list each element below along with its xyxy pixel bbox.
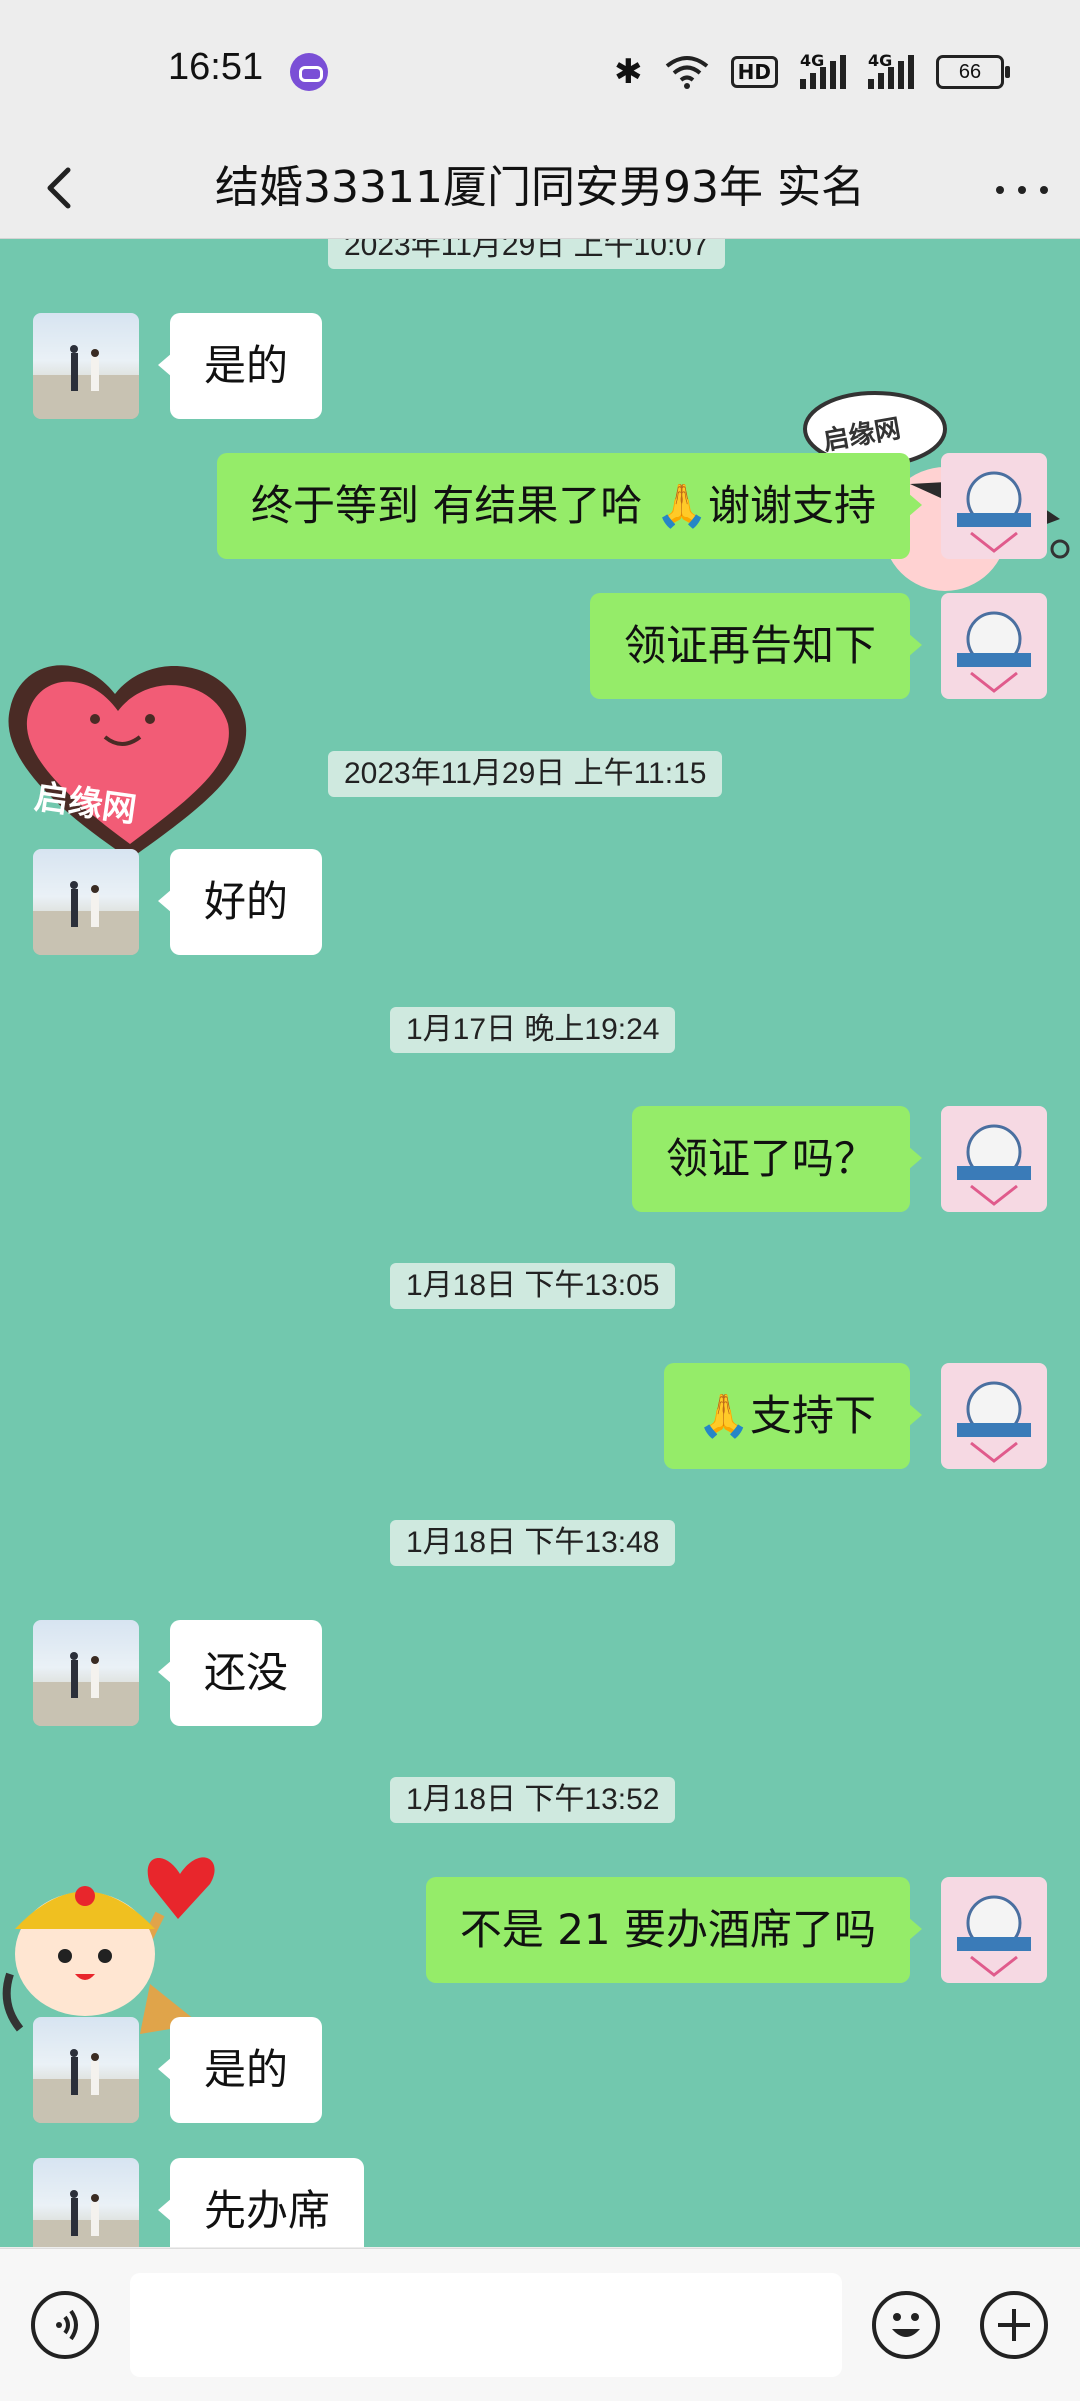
bubble-sticker-text: 启缘网	[821, 413, 903, 457]
my-avatar[interactable]	[941, 1106, 1047, 1212]
more-dot-icon	[1040, 186, 1048, 194]
more-dot-icon	[1018, 186, 1026, 194]
more-options-button[interactable]	[992, 158, 1052, 218]
contact-avatar[interactable]	[33, 2017, 139, 2123]
message-bubble-outgoing[interactable]: 领证再告知下	[589, 593, 923, 699]
emoji-icon	[892, 2313, 920, 2337]
message-bubble-incoming[interactable]: 还没	[157, 1620, 323, 1726]
contact-avatar[interactable]	[33, 2158, 139, 2247]
plus-icon	[998, 2309, 1030, 2341]
my-avatar[interactable]	[941, 1363, 1047, 1469]
voice-input-button[interactable]	[31, 2291, 99, 2359]
back-button[interactable]	[30, 158, 90, 218]
heart-sticker-icon: 启缘网	[8, 665, 247, 859]
chat-title: 结婚33311厦门同安男93年 实名	[215, 162, 865, 213]
contact-avatar[interactable]	[33, 1620, 139, 1726]
message-bubble-incoming[interactable]: 是的	[157, 2017, 323, 2123]
chevron-left-icon	[47, 167, 71, 209]
timestamp: 1月18日 下午13:05	[390, 1263, 676, 1309]
app-notification-icon	[290, 53, 328, 91]
status-icons: ✱ HD 4G 4G 66	[614, 50, 1010, 94]
message-input-bar	[0, 2248, 1080, 2401]
message-bubble-incoming[interactable]: 先办席	[157, 2158, 365, 2247]
timestamp: 2023年11月29日 上午11:15	[328, 751, 723, 797]
message-bubble-outgoing[interactable]: 终于等到 有结果了哈 🙏谢谢支持	[217, 453, 922, 559]
chat-messages-area[interactable]: 启缘网 启缘网 2023年11月29日 上午10:07 2023年11月29日 …	[0, 239, 1080, 2247]
my-avatar[interactable]	[941, 453, 1047, 559]
status-bar: 16:51 ✱ HD 4G 4G 66	[0, 0, 1080, 140]
message-bubble-incoming[interactable]: 好的	[157, 849, 323, 955]
battery-level: 66	[958, 61, 982, 83]
wifi-icon	[665, 56, 708, 89]
boy-sticker-icon	[2, 1857, 215, 2034]
network-type-label: 4G	[868, 51, 893, 70]
emoji-button[interactable]	[872, 2291, 940, 2359]
bluetooth-icon: ✱	[614, 52, 643, 92]
message-bubble-outgoing[interactable]: 领证了吗？	[631, 1106, 923, 1212]
message-bubble-outgoing[interactable]: 不是 21 要办酒席了吗	[425, 1877, 923, 1983]
message-bubble-incoming[interactable]: 是的	[157, 313, 323, 419]
chat-header: 结婚33311厦门同安男93年 实名	[0, 140, 1080, 239]
battery-icon: 66	[936, 55, 1010, 89]
timestamp: 2023年11月29日 上午10:07	[328, 239, 725, 269]
message-bubble-outgoing[interactable]: 🙏支持下	[663, 1363, 923, 1469]
my-avatar[interactable]	[941, 1877, 1047, 1983]
network-type-label: 4G	[800, 51, 825, 70]
contact-avatar[interactable]	[33, 313, 139, 419]
contact-avatar[interactable]	[33, 849, 139, 955]
status-time: 16:51	[168, 46, 264, 88]
message-input[interactable]	[130, 2273, 842, 2377]
heart-sticker-text: 启缘网	[32, 777, 139, 831]
more-dot-icon	[996, 186, 1004, 194]
signal-icon-2: 4G	[868, 51, 914, 89]
timestamp: 1月18日 下午13:48	[390, 1520, 676, 1566]
hd-voice-icon: HD	[730, 56, 778, 88]
signal-icon-1: 4G	[800, 51, 846, 89]
my-avatar[interactable]	[941, 593, 1047, 699]
voice-icon	[56, 2309, 78, 2341]
timestamp: 1月17日 晚上19:24	[390, 1007, 676, 1053]
timestamp: 1月18日 下午13:52	[390, 1777, 676, 1823]
more-actions-button[interactable]	[980, 2291, 1048, 2359]
